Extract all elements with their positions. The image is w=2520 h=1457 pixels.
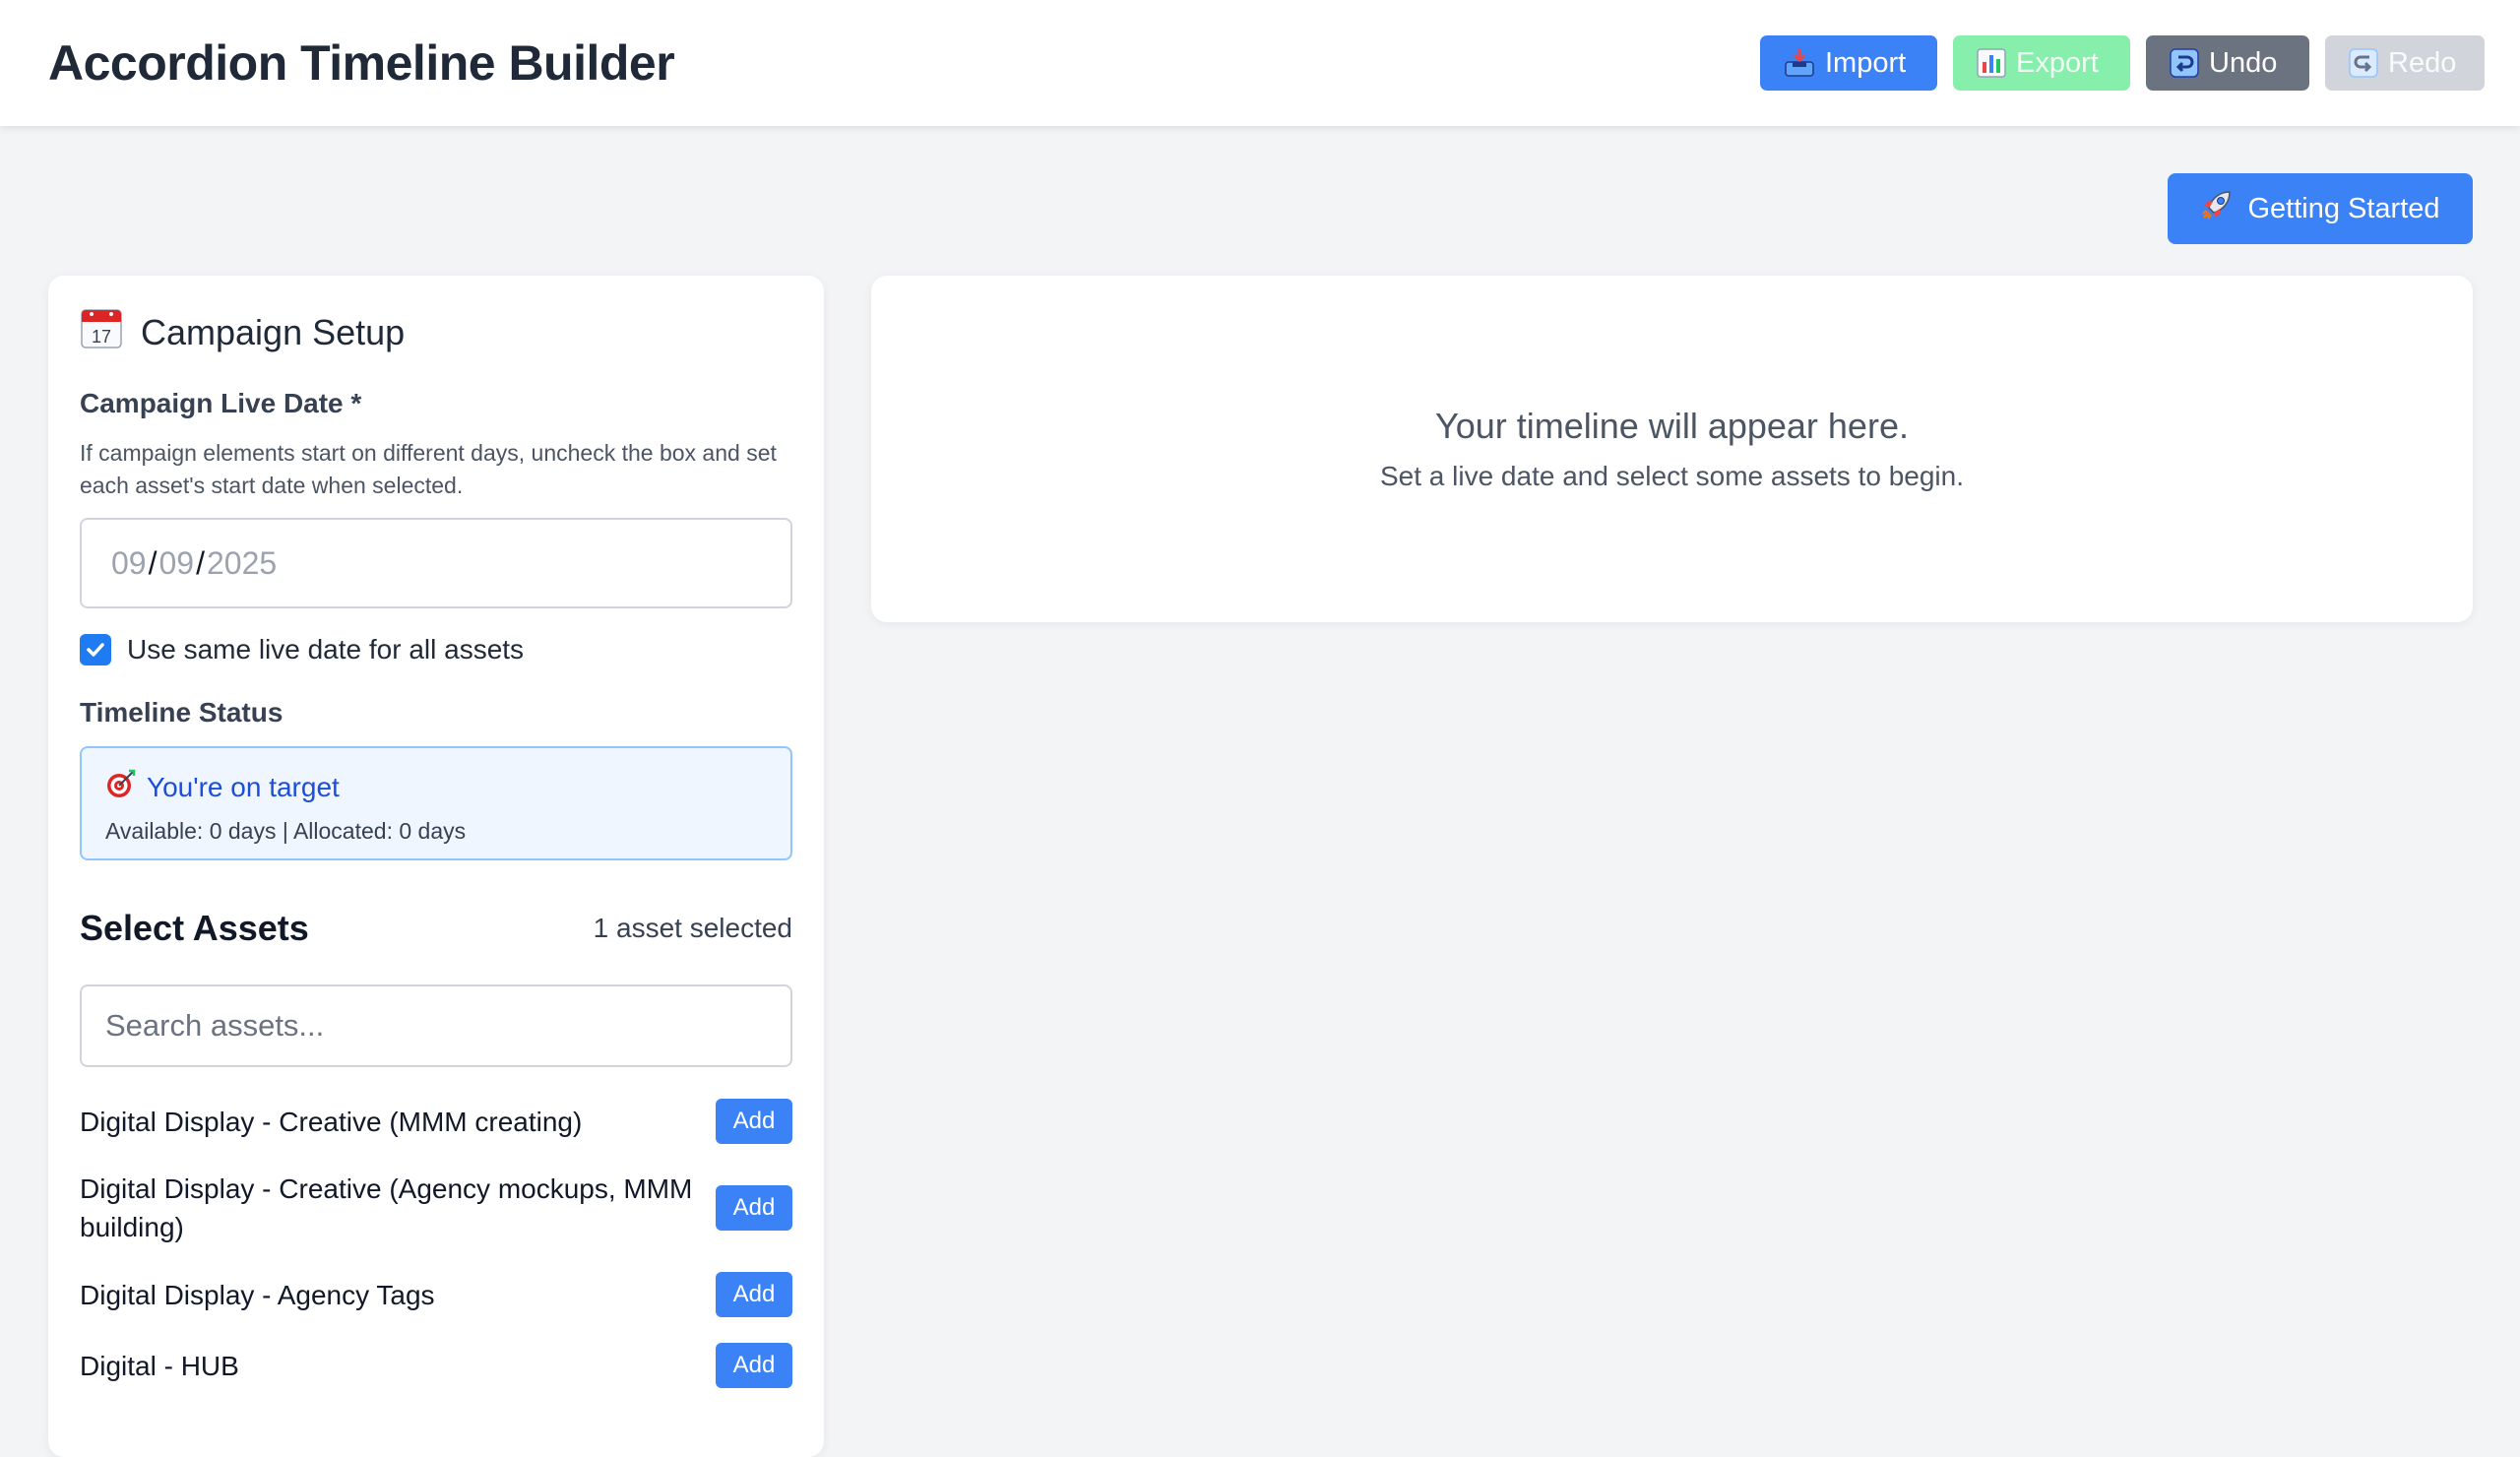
date-separator: / xyxy=(148,544,158,581)
assets-count: 1 asset selected xyxy=(593,913,792,943)
import-button[interactable]: Import xyxy=(1760,35,1937,91)
campaign-setup-header: 17 Campaign Setup xyxy=(80,307,792,358)
bar-chart-icon xyxy=(1977,48,2006,78)
asset-name: Digital Display - Creative (Agency mocku… xyxy=(80,1173,693,1242)
asset-search-input[interactable] xyxy=(80,984,792,1067)
redo-button[interactable]: Redo xyxy=(2325,35,2485,91)
live-date-help: If campaign elements start on different … xyxy=(80,440,777,498)
live-date-label: Campaign Live Date * xyxy=(80,388,362,418)
calendar-icon: 17 xyxy=(80,306,123,359)
getting-started-label: Getting Started xyxy=(2247,192,2440,224)
inbox-tray-icon xyxy=(1784,48,1815,78)
add-asset-button[interactable]: Add xyxy=(716,1343,792,1388)
same-date-checkbox[interactable] xyxy=(80,634,111,665)
list-item: Digital Display - Creative (Agency mocku… xyxy=(80,1170,792,1246)
same-date-row: Use same live date for all assets xyxy=(80,634,792,665)
list-item: Digital Display - Creative (MMM creating… xyxy=(80,1099,792,1144)
undo-arrow-icon xyxy=(2170,48,2199,78)
timeline-empty-subtitle: Set a live date and select some assets t… xyxy=(1379,461,1965,491)
timeline-status-label: Timeline Status xyxy=(80,697,284,728)
asset-name: Digital Display - Agency Tags xyxy=(80,1279,435,1310)
undo-label: Undo xyxy=(2209,46,2278,79)
redo-arrow-icon xyxy=(2349,48,2378,78)
date-month: 09 xyxy=(111,544,147,581)
assets-header: Select Assets 1 asset selected xyxy=(80,908,792,949)
list-item: Digital - HUB Add xyxy=(80,1343,792,1388)
timeline-panel: Your timeline will appear here. Set a li… xyxy=(871,276,2473,622)
asset-list: Digital Display - Creative (MMM creating… xyxy=(80,1099,792,1388)
campaign-setup-title: Campaign Setup xyxy=(141,312,406,352)
add-asset-button[interactable]: Add xyxy=(716,1185,792,1231)
rocket-icon xyxy=(2200,188,2234,229)
same-date-label: Use same live date for all assets xyxy=(127,634,525,665)
status-details: Available: 0 days | Allocated: 0 days xyxy=(105,818,467,844)
campaign-setup-panel: 17 Campaign Setup Campaign Live Date * I… xyxy=(48,276,824,1457)
assets-title: Select Assets xyxy=(80,908,309,948)
list-item: Digital Display - Agency Tags Add xyxy=(80,1272,792,1317)
add-asset-button[interactable]: Add xyxy=(716,1099,792,1144)
asset-name: Digital Display - Creative (MMM creating… xyxy=(80,1106,583,1137)
export-button[interactable]: Export xyxy=(1953,35,2130,91)
getting-started-button[interactable]: Getting Started xyxy=(2168,173,2473,244)
header-actions: Import Export Undo Redo xyxy=(1760,35,2485,91)
timeline-empty-title: Your timeline will appear here. xyxy=(1435,406,1909,446)
redo-label: Redo xyxy=(2388,46,2457,79)
target-icon xyxy=(105,768,137,806)
timeline-status-box: You're on target Available: 0 days | All… xyxy=(80,746,792,860)
date-separator: / xyxy=(196,544,205,581)
app-title: Accordion Timeline Builder xyxy=(48,35,675,91)
checkmark-icon xyxy=(87,643,104,657)
live-date-input[interactable]: 09 / 09 / 2025 xyxy=(80,518,792,608)
import-label: Import xyxy=(1825,46,1907,79)
status-headline-row: You're on target xyxy=(105,768,767,806)
svg-text:17: 17 xyxy=(92,327,111,347)
export-label: Export xyxy=(2016,46,2099,79)
status-headline: You're on target xyxy=(147,771,340,802)
app-header: Accordion Timeline Builder Import Export… xyxy=(0,0,2520,126)
undo-button[interactable]: Undo xyxy=(2146,35,2309,91)
date-day: 09 xyxy=(158,544,195,581)
asset-name: Digital - HUB xyxy=(80,1350,239,1381)
date-year: 2025 xyxy=(206,544,278,581)
add-asset-button[interactable]: Add xyxy=(716,1272,792,1317)
